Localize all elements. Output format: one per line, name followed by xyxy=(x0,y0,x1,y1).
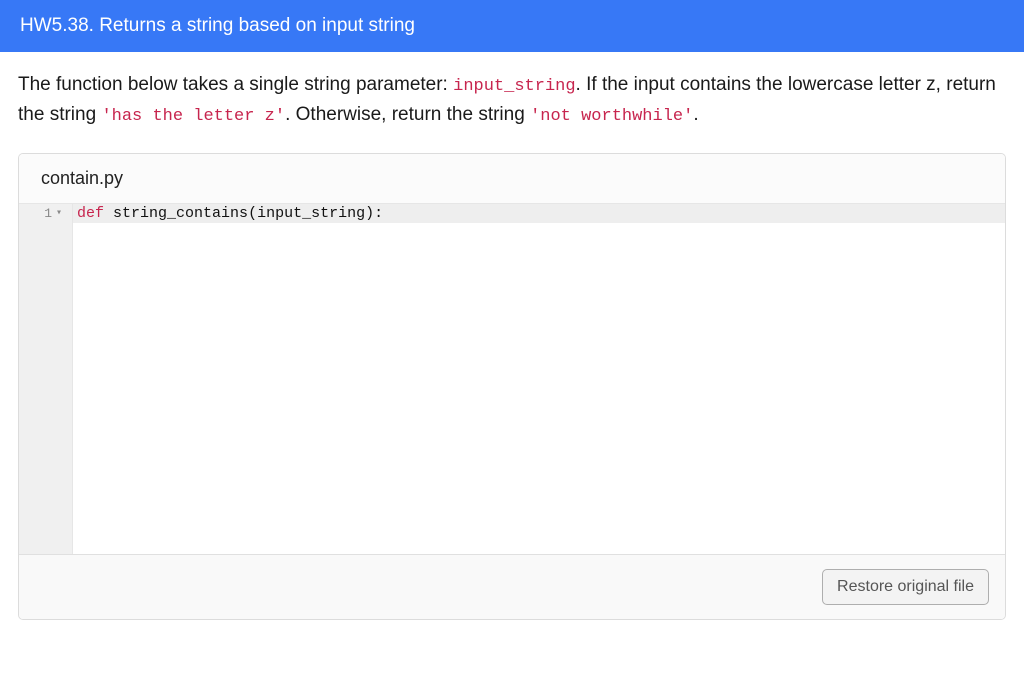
problem-description: The function below takes a single string… xyxy=(18,70,1006,131)
code-editor[interactable]: 1 ▾ def string_contains(input_string): xyxy=(19,204,1005,554)
page-header: HW5.38. Returns a string based on input … xyxy=(0,0,1024,52)
restore-original-button[interactable]: Restore original file xyxy=(822,569,989,605)
token-funcname: string_contains xyxy=(113,205,248,222)
desc-code-2: 'has the letter z' xyxy=(101,107,285,126)
code-text-area[interactable]: def string_contains(input_string): xyxy=(73,204,1005,554)
desc-text-1: The function below takes a single string… xyxy=(18,74,453,95)
desc-code-1: input_string xyxy=(453,77,575,96)
page-title: HW5.38. Returns a string based on input … xyxy=(20,15,415,36)
token-def: def xyxy=(77,205,104,222)
editor-footer: Restore original file xyxy=(19,554,1005,619)
token-param: input_string xyxy=(257,205,365,222)
editor-gutter: 1 ▾ xyxy=(19,204,73,554)
code-editor-card: contain.py 1 ▾ def string_contains(input… xyxy=(18,153,1006,620)
desc-text-4: . xyxy=(693,104,698,125)
fold-indicator-icon[interactable]: ▾ xyxy=(56,207,66,219)
token-close-paren: ) xyxy=(365,205,374,222)
token-open-paren: ( xyxy=(248,205,257,222)
token-colon: : xyxy=(374,205,383,222)
editor-filename-tab: contain.py xyxy=(19,154,1005,204)
content-area: The function below takes a single string… xyxy=(0,52,1024,638)
code-line-1: def string_contains(input_string): xyxy=(73,204,1005,223)
line-number-1: 1 xyxy=(44,206,52,221)
gutter-line-1: 1 ▾ xyxy=(19,204,72,223)
desc-code-3: 'not worthwhile' xyxy=(530,107,693,126)
filename-label: contain.py xyxy=(41,168,123,188)
desc-text-3: . Otherwise, return the string xyxy=(285,104,530,125)
